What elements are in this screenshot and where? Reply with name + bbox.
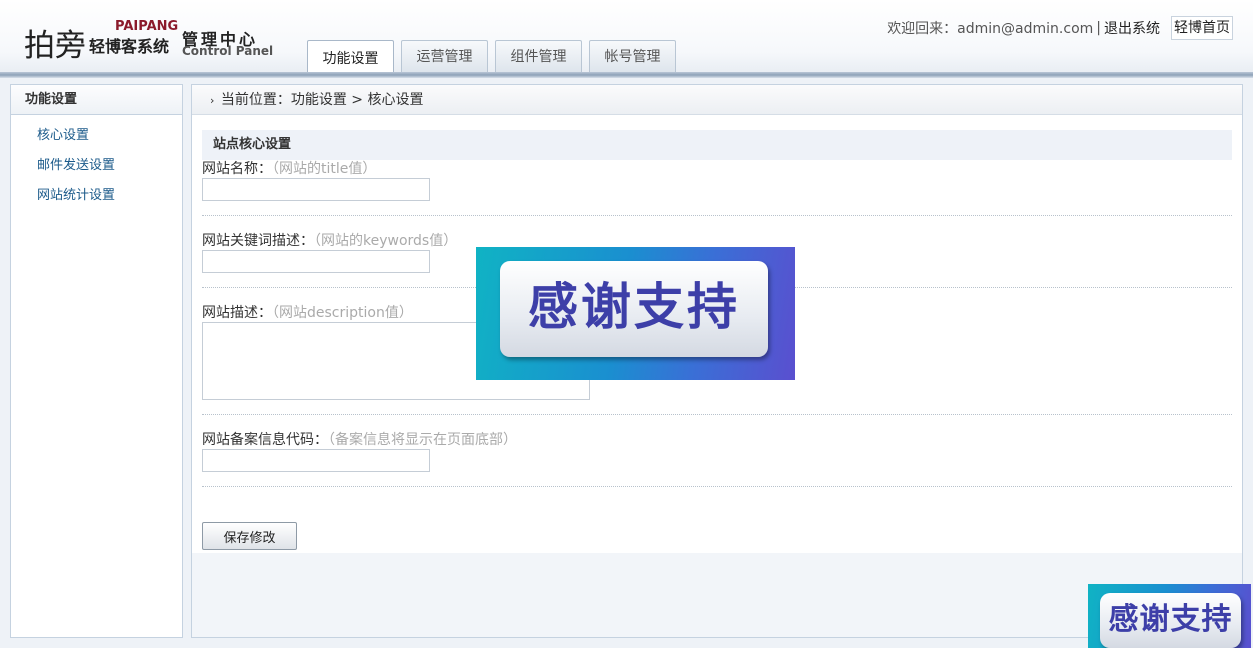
site-name-input[interactable] — [202, 178, 430, 201]
field-label: 网站描述： — [202, 305, 272, 321]
panel-subtitle: Control Panel — [182, 44, 274, 58]
header: 拍旁 PAIPANG 轻博客系统 管理中心 Control Panel 功能设置… — [0, 0, 1253, 76]
sidebar-item-core-settings[interactable]: 核心设置 — [11, 121, 182, 151]
logo-sub: 轻博客系统 — [89, 37, 170, 56]
user-bar: 欢迎回来：admin@admin.com | 退出系统 轻博首页 — [887, 16, 1233, 40]
field-label-row: 网站备案信息代码：（备案信息将显示在页面底部） — [202, 431, 1232, 449]
field-icp: 网站备案信息代码：（备案信息将显示在页面底部） — [202, 431, 1232, 472]
sidebar-list: 核心设置 邮件发送设置 网站统计设置 — [11, 115, 182, 211]
icp-input[interactable] — [202, 449, 430, 472]
divider — [202, 215, 1232, 216]
field-label: 网站关键词描述： — [202, 233, 314, 249]
header-divider — [0, 72, 1253, 78]
field-hint: （网站的title值） — [272, 161, 377, 177]
section-title: 站点核心设置 — [202, 130, 1232, 160]
divider — [202, 486, 1232, 487]
sidebar: 功能设置 核心设置 邮件发送设置 网站统计设置 — [10, 84, 183, 638]
field-site-name: 网站名称：（网站的title值） — [202, 160, 1232, 201]
thanks-banner-large: 感谢支持 — [476, 247, 795, 380]
sidebar-title: 功能设置 — [11, 85, 182, 115]
keywords-input[interactable] — [202, 250, 430, 273]
sidebar-item-mail-settings[interactable]: 邮件发送设置 — [11, 151, 182, 181]
welcome-text: 欢迎回来：admin@admin.com — [887, 21, 1094, 37]
field-label: 网站名称： — [202, 161, 272, 177]
logo-main: 拍旁 — [24, 28, 86, 64]
separator: | — [1096, 20, 1101, 36]
breadcrumb-arrow-icon: › — [210, 94, 215, 107]
sidebar-item-stats-settings[interactable]: 网站统计设置 — [11, 181, 182, 211]
tab-components[interactable]: 组件管理 — [495, 40, 582, 73]
logo-en: PAIPANG — [115, 19, 179, 34]
logout-link[interactable]: 退出系统 — [1104, 18, 1160, 38]
tab-feature-settings[interactable]: 功能设置 — [307, 40, 394, 76]
field-hint: （备案信息将显示在页面底部） — [328, 432, 517, 448]
field-label: 网站备案信息代码： — [202, 432, 328, 448]
save-button[interactable]: 保存修改 — [202, 522, 297, 550]
divider — [202, 414, 1232, 415]
field-hint: （网站的keywords值） — [314, 233, 458, 249]
thanks-banner-small[interactable]: 感谢支持 — [1088, 584, 1251, 648]
breadcrumb-text: 当前位置：功能设置 > 核心设置 — [220, 92, 424, 108]
thanks-banner-text: 感谢支持 — [1100, 593, 1241, 648]
thanks-banner-text: 感谢支持 — [500, 261, 768, 357]
tab-operations[interactable]: 运营管理 — [401, 40, 488, 73]
field-label-row: 网站名称：（网站的title值） — [202, 160, 1232, 178]
breadcrumb: › 当前位置：功能设置 > 核心设置 — [192, 85, 1242, 115]
home-button[interactable]: 轻博首页 — [1171, 16, 1233, 40]
tab-accounts[interactable]: 帐号管理 — [589, 40, 676, 73]
field-hint: （网站description值） — [272, 305, 413, 321]
